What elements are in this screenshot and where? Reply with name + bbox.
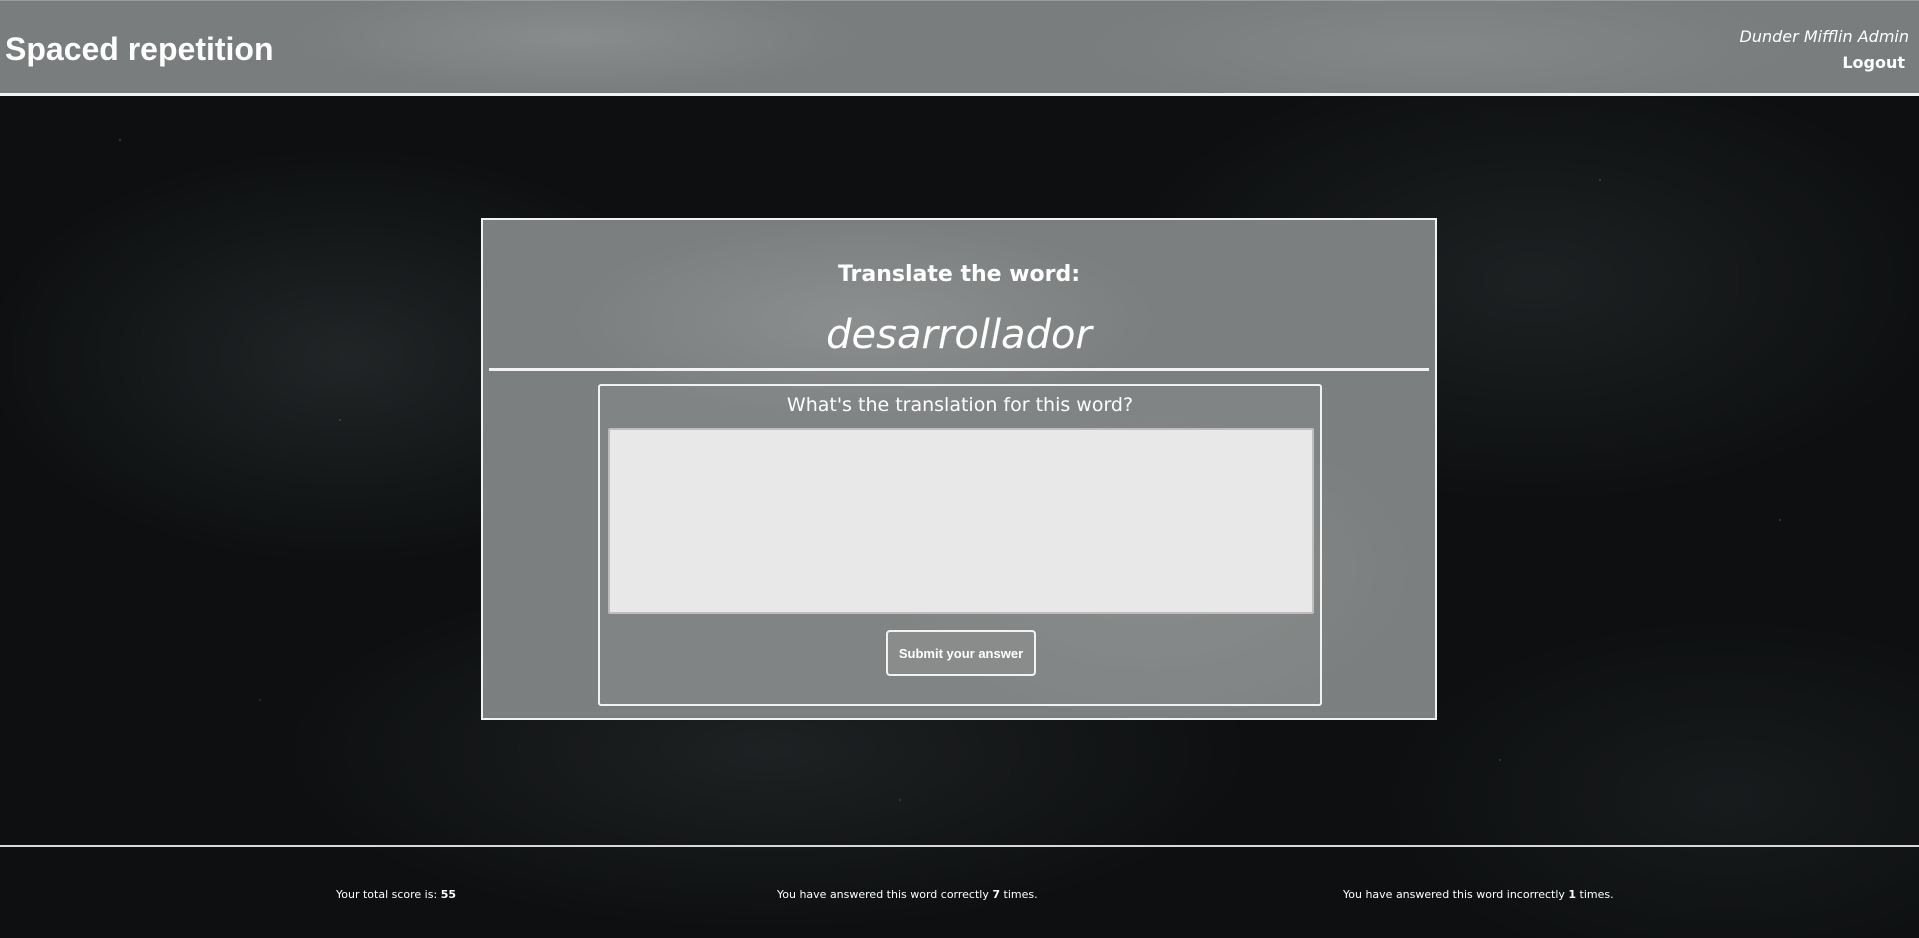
learning-card: Translate the word: desarrollador What's…	[481, 218, 1437, 720]
correct-count-value: 7	[992, 888, 1001, 901]
word-to-translate: desarrollador	[826, 312, 1092, 358]
submit-answer-button[interactable]: Submit your answer	[886, 630, 1036, 676]
card-divider	[489, 368, 1429, 371]
answer-form: What's the translation for this word? Su…	[598, 384, 1322, 706]
total-score-value: 55	[440, 888, 456, 901]
app-title: Spaced repetition	[5, 31, 274, 67]
question-label: What's the translation for this word?	[786, 394, 1134, 416]
correct-count-text: You have answered this word correctly 7 …	[777, 888, 1038, 901]
incorrect-count-value: 1	[1568, 888, 1577, 901]
logout-link[interactable]: Logout	[1842, 53, 1905, 72]
incorrect-count-text: You have answered this word incorrectly …	[1343, 888, 1614, 901]
app-header: Spaced repetition Dunder Mifflin Admin L…	[0, 0, 1919, 96]
total-score-text: Your total score is: 55	[336, 888, 456, 901]
user-name: Dunder Mifflin Admin	[1739, 27, 1909, 46]
translate-heading: Translate the word:	[837, 262, 1081, 287]
answer-input[interactable]	[608, 428, 1314, 614]
footer-divider	[0, 845, 1919, 847]
